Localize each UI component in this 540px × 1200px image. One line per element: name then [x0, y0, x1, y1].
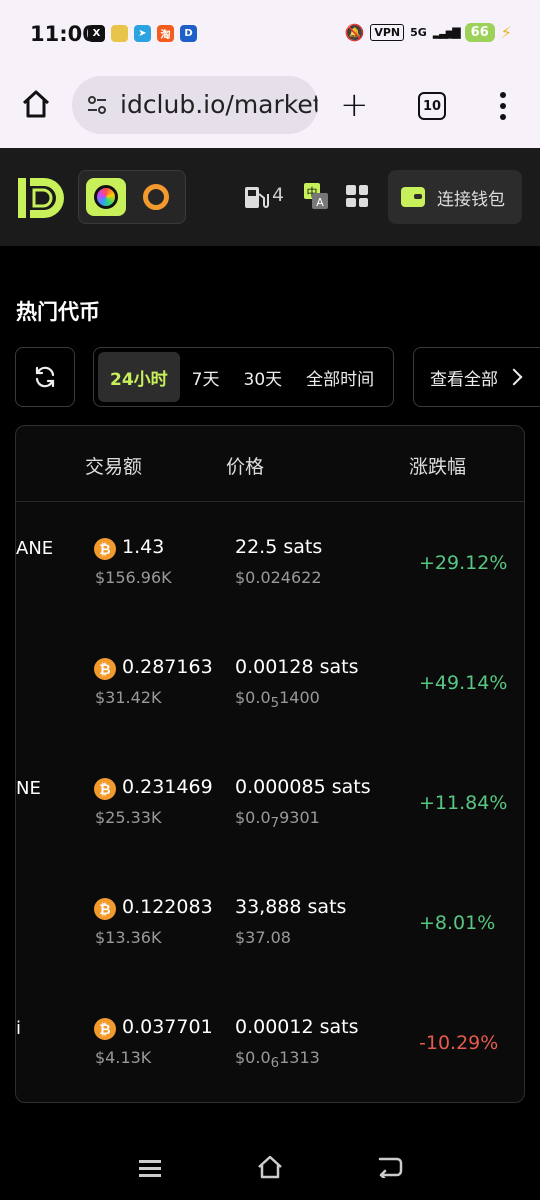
volume-usd: $4.13K [95, 1048, 152, 1067]
site-settings-icon[interactable] [86, 94, 108, 116]
app-icon-colorwheel[interactable] [86, 178, 126, 216]
taobao-icon: 淘 [157, 25, 174, 42]
period-all-time[interactable]: 全部时间 [294, 352, 386, 402]
price-sats: 22.5 sats [235, 536, 323, 558]
home-icon[interactable] [20, 88, 52, 120]
price-change: +8.01% [419, 912, 496, 934]
token-name: i [16, 1018, 22, 1039]
site-header: 4 中 A 连接钱包 [0, 148, 540, 246]
signal-icon: ▂▃▅▇ [432, 26, 461, 39]
volume-btc: 0.287163 [122, 656, 213, 678]
column-header-volume[interactable]: 交易额 [85, 452, 142, 479]
status-bar: 11:00 X ➤ 淘 D 🔕 VPN 5G ▂▃▅▇ 66 ⚡ [0, 0, 540, 70]
tab-switcher-button[interactable]: 10 [418, 92, 446, 120]
mute-icon: 🔕 [344, 23, 365, 42]
app-icon-ordinals[interactable] [143, 184, 169, 210]
charging-icon: ⚡ [500, 23, 512, 42]
column-header-price[interactable]: 价格 [226, 452, 264, 479]
volume-btc: 0.122083 [122, 896, 213, 918]
system-nav-bar [0, 1130, 540, 1200]
bitcoin-icon: ₿ [94, 1018, 116, 1040]
view-all-label: 查看全部 [430, 369, 498, 390]
volume-usd: $13.36K [95, 928, 162, 947]
connect-wallet-button[interactable]: 连接钱包 [388, 170, 522, 224]
telegram-icon: ➤ [134, 25, 151, 42]
price-change: -10.29% [419, 1032, 499, 1054]
status-time: 11:00 [30, 22, 97, 46]
volume-btc: 0.037701 [122, 1016, 213, 1038]
browser-menu-icon[interactable] [500, 92, 506, 120]
price-change: +29.12% [419, 552, 508, 574]
gas-station-icon[interactable] [243, 184, 269, 210]
network-type: 5G [410, 26, 427, 39]
price-sats: 0.000085 sats [235, 776, 371, 798]
volume-usd: $156.96K [95, 568, 172, 587]
price-sats: 33,888 sats [235, 896, 347, 918]
price-usd: $0.079301 [235, 808, 320, 832]
price-sats: 0.00012 sats [235, 1016, 359, 1038]
price-usd: $0.024622 [235, 568, 322, 587]
price-sats: 0.00128 sats [235, 656, 359, 678]
address-bar[interactable]: idclub.io/markets [72, 76, 318, 134]
period-7d[interactable]: 7天 [180, 352, 232, 402]
connect-wallet-label: 连接钱包 [437, 189, 505, 210]
bitcoin-icon: ₿ [94, 898, 116, 920]
bitcoin-icon: ₿ [94, 778, 116, 800]
price-change: +11.84% [419, 792, 508, 814]
table-row[interactable]: i ₿ 0.037701 $4.13K 0.00012 sats $0.0613… [16, 1006, 524, 1102]
table-row[interactable]: NE ₿ 0.231469 $25.33K 0.000085 sats $0.0… [16, 766, 524, 886]
volume-btc: 1.43 [122, 536, 165, 558]
browser-toolbar: idclub.io/markets + 10 [0, 70, 540, 148]
refresh-icon [35, 366, 55, 388]
period-selector: 24小时 7天 30天 全部时间 [93, 347, 394, 407]
wallet-icon [401, 187, 425, 207]
battery-indicator: 66 [464, 23, 495, 42]
header-divider [16, 501, 524, 502]
column-header-change[interactable]: 涨跌幅 [409, 452, 466, 479]
system-indicators: 🔕 VPN 5G ▂▃▅▇ 66 ⚡ [344, 23, 512, 42]
notification-icons: X ➤ 淘 D [88, 25, 197, 42]
price-change: +49.14% [419, 672, 508, 694]
nav-home-icon[interactable] [256, 1154, 284, 1180]
apps-grid-icon[interactable] [346, 185, 368, 207]
bitcoin-icon: ₿ [94, 538, 116, 560]
table-row[interactable]: ₿ 0.122083 $13.36K 33,888 sats $37.08 +8… [16, 886, 524, 1006]
gas-count: 4 [272, 184, 285, 206]
new-tab-button[interactable]: + [340, 88, 369, 122]
volume-usd: $31.42K [95, 688, 162, 707]
refresh-button[interactable] [15, 347, 75, 407]
price-usd: $37.08 [235, 928, 291, 947]
period-24h[interactable]: 24小时 [98, 352, 180, 402]
token-table: 交易额 价格 涨跌幅 ANE ₿ 1.43 $156.96K 22.5 sats… [15, 425, 525, 1103]
bitcoin-icon: ₿ [94, 658, 116, 680]
period-30d[interactable]: 30天 [232, 352, 295, 402]
svg-text:A: A [316, 196, 324, 209]
volume-usd: $25.33K [95, 808, 162, 827]
view-all-button[interactable]: 查看全部 [413, 347, 540, 407]
url-text[interactable]: idclub.io/markets [120, 90, 318, 119]
section-title: 热门代币 [16, 300, 100, 324]
token-name: ANE [16, 538, 54, 559]
token-name: NE [16, 778, 41, 799]
app-switcher [78, 170, 186, 224]
idclub-logo[interactable] [16, 174, 64, 222]
app-notification-icon [111, 25, 128, 42]
price-usd: $0.051400 [235, 688, 320, 712]
translate-icon[interactable]: 中 A [303, 182, 329, 210]
nav-back-icon[interactable] [377, 1156, 403, 1178]
x-app-icon: X [88, 25, 105, 42]
app-notification-icon-2: D [180, 25, 197, 42]
recent-apps-icon[interactable] [139, 1160, 161, 1177]
table-row[interactable]: ANE ₿ 1.43 $156.96K 22.5 sats $0.024622 … [16, 526, 524, 646]
volume-btc: 0.231469 [122, 776, 213, 798]
vpn-badge: VPN [370, 24, 405, 41]
chevron-right-icon [505, 368, 523, 386]
table-row[interactable]: ₿ 0.287163 $31.42K 0.00128 sats $0.05140… [16, 646, 524, 766]
price-usd: $0.061313 [235, 1048, 320, 1072]
